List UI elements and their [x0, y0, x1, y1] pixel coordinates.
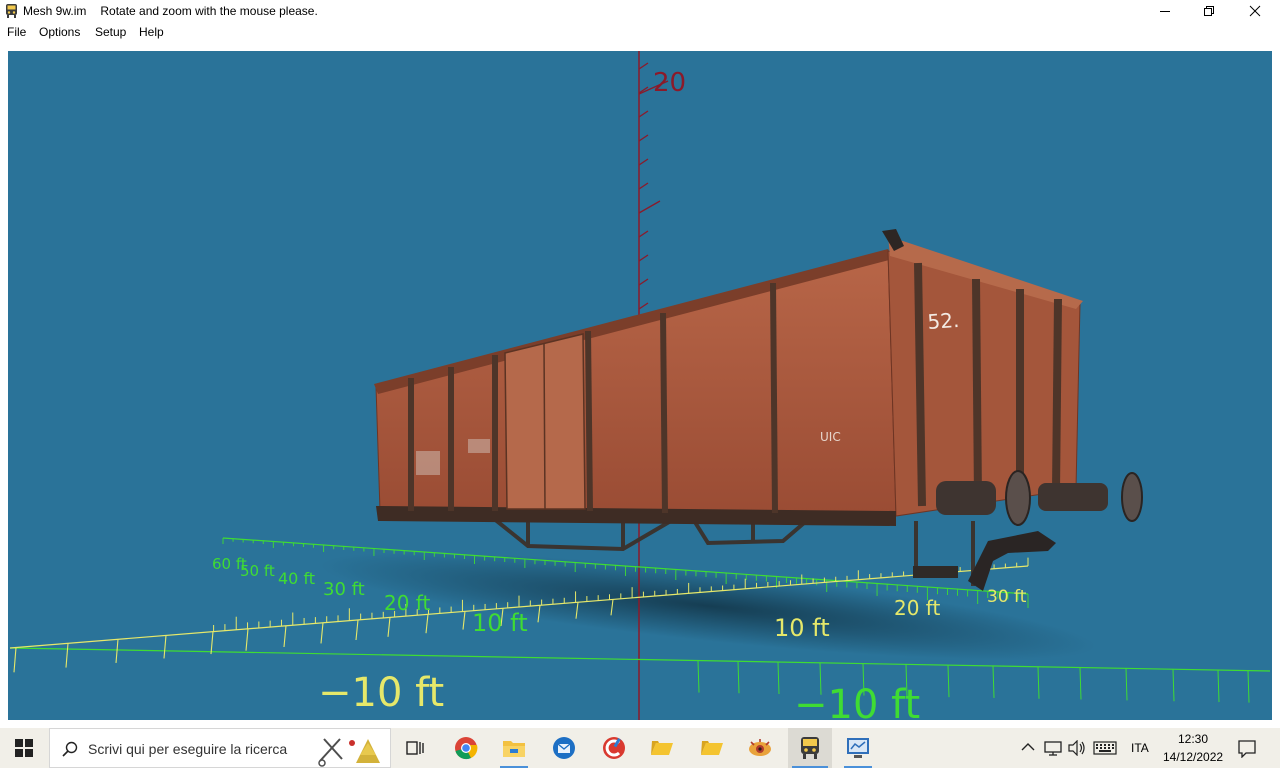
task-view-button[interactable] [396, 728, 436, 768]
front-ruler-tick-green [992, 665, 995, 698]
depth-label-30: 30 ft [323, 579, 365, 600]
wagon-data-plate [416, 451, 440, 475]
front-ruler-tick-green [737, 661, 740, 694]
freight-wagon-model[interactable]: 52. UIC [374, 229, 1143, 591]
front-ruler-tick [245, 628, 249, 651]
front-ruler-tick-green [1172, 669, 1175, 702]
front-ruler-tick [210, 631, 214, 655]
network-icon[interactable] [1044, 740, 1062, 756]
search-highlight-illustration-icon [318, 738, 380, 767]
search-icon [62, 741, 78, 757]
chrome-icon [455, 737, 478, 760]
keyboard-icon[interactable] [1093, 741, 1117, 755]
front-ruler-tick-green [1037, 666, 1040, 699]
control-panel-taskbar-button[interactable] [838, 728, 878, 768]
front-ruler-tick-green [697, 660, 700, 693]
depth-label-40: 40 ft [278, 569, 315, 588]
front-ruler-tick [163, 635, 167, 659]
front-ruler-tick [283, 625, 287, 648]
front-ruler-tick [65, 643, 69, 668]
file-explorer-taskbar-button[interactable] [494, 728, 534, 768]
front-ruler-tick-green [1217, 670, 1220, 703]
ccleaner-icon [603, 737, 625, 759]
scene-canvas[interactable]: 20 60 ft 50 ft 40 ft 30 ft 20 ft 10 ft 1… [8, 51, 1272, 720]
window-title-hint: Rotate and zoom with the mouse please. [100, 4, 318, 18]
thunderbird-icon [553, 737, 575, 759]
front-ruler-tick [387, 617, 391, 637]
volume-icon[interactable] [1068, 740, 1086, 756]
menu-setup[interactable]: Setup [95, 25, 126, 39]
front-ruler-tick-green [947, 665, 950, 698]
train-app-icon [6, 4, 17, 18]
app-taskbar-button[interactable] [740, 728, 780, 768]
depth-label-50: 50 ft [240, 562, 275, 580]
folder-icon [701, 741, 723, 755]
front-ruler-tick-green [1079, 667, 1082, 700]
minimize-button[interactable] [1142, 0, 1188, 22]
start-button[interactable] [0, 728, 48, 768]
wagon-door [504, 333, 586, 510]
front-ruler-tick [462, 611, 466, 630]
window-title-name: Mesh 9w.im [23, 4, 87, 18]
chrome-taskbar-button[interactable] [446, 728, 486, 768]
coupler-mechanism [968, 531, 1056, 591]
width-label-20: 20 ft [894, 596, 940, 620]
windows-start-icon [15, 739, 33, 757]
front-ruler-tick [425, 614, 429, 634]
wagon-number-marking: 52. [927, 308, 960, 334]
folder-icon [651, 741, 673, 755]
control-panel-icon [847, 738, 869, 758]
search-placeholder: Scrivi qui per eseguire la ricerca [88, 741, 288, 757]
close-icon [1249, 5, 1261, 17]
menu-help[interactable]: Help [139, 25, 164, 39]
folder-taskbar-button-2[interactable] [692, 728, 732, 768]
taskbar-search[interactable]: Scrivi qui per eseguire la ricerca [49, 728, 391, 768]
menu-file[interactable]: File [7, 25, 26, 39]
clock-date[interactable]: 14/12/2022 [1163, 750, 1223, 764]
front-ruler-tick [355, 619, 359, 641]
wagon-label-plate [468, 439, 490, 453]
task-view-icon [406, 741, 424, 755]
front-ruler-tick [115, 639, 119, 663]
front-ruler-tick-green [1247, 670, 1250, 703]
front-ruler-tick [320, 622, 324, 644]
depth-label-10: 10 ft [472, 609, 528, 637]
vertical-axis-label: 20 [653, 68, 686, 98]
front-label-left: −10 ft [318, 670, 444, 716]
train-app-icon [801, 737, 819, 759]
close-button[interactable] [1232, 0, 1278, 22]
window-title: Mesh 9w.im Rotate and zoom with the mouse… [23, 4, 318, 18]
restore-button[interactable] [1186, 0, 1232, 22]
thunderbird-taskbar-button[interactable] [544, 728, 584, 768]
menu-bar: File Options Setup Help [0, 22, 1280, 42]
eye-app-icon [749, 739, 771, 756]
3d-viewport[interactable]: 20 60 ft 50 ft 40 ft 30 ft 20 ft 10 ft 1… [8, 51, 1272, 720]
width-label-10: 10 ft [774, 614, 830, 642]
menu-options[interactable]: Options [39, 25, 80, 39]
taskbar: Scrivi qui per eseguire la ricerca ITA 1… [0, 728, 1280, 768]
front-ruler-tick [13, 647, 17, 673]
clock-time[interactable]: 12:30 [1178, 732, 1208, 746]
front-ruler-tick-green [777, 662, 780, 695]
folder-taskbar-button-1[interactable] [642, 728, 682, 768]
notification-icon[interactable] [1238, 740, 1256, 758]
chevron-up-icon[interactable] [1021, 742, 1035, 752]
wagon-step [913, 566, 958, 578]
restore-icon [1204, 6, 1214, 16]
front-ruler-tick-green [1125, 668, 1128, 701]
minimize-icon [1160, 11, 1170, 12]
ccleaner-taskbar-button[interactable] [594, 728, 634, 768]
depth-label-20: 20 ft [384, 591, 430, 615]
input-language-indicator[interactable]: ITA [1131, 741, 1149, 755]
title-bar: Mesh 9w.im Rotate and zoom with the mouse… [0, 0, 1280, 22]
width-label-30: 30 ft [987, 587, 1027, 607]
front-label-right: −10 ft [794, 682, 920, 720]
train-app-taskbar-button[interactable] [788, 728, 832, 768]
wagon-uic-marking: UIC [820, 430, 841, 444]
file-explorer-icon [503, 741, 525, 757]
